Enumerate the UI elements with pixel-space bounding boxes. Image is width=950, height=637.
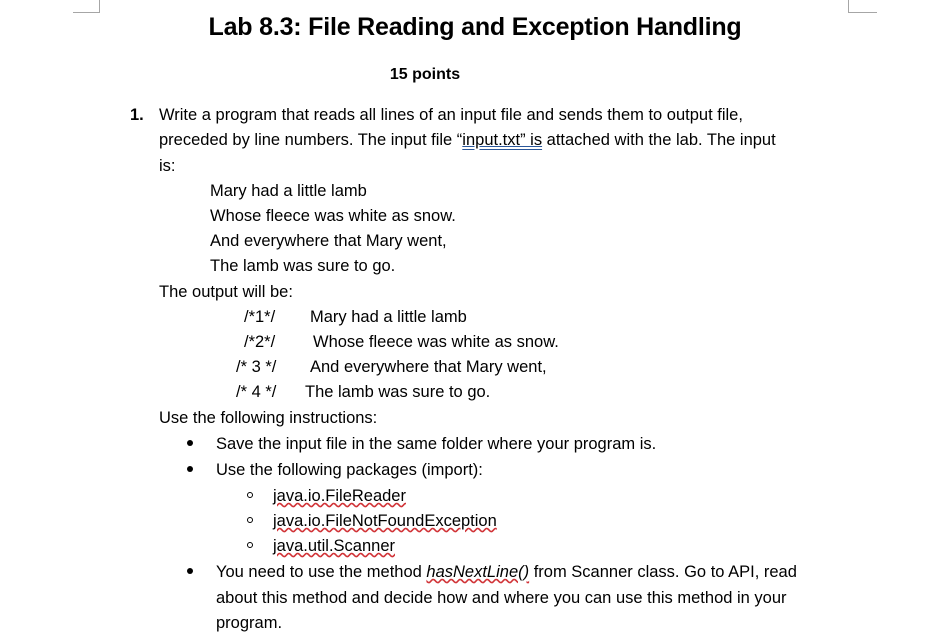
instruction-item-continued: program. <box>216 614 283 632</box>
crop-mark-right <box>848 0 877 13</box>
output-line-text: The lamb was sure to go. <box>305 383 491 401</box>
input-line: And everywhere that Mary went, <box>210 232 447 250</box>
output-line-number: /* 3 */ <box>236 358 277 376</box>
question-line-3: is: <box>159 157 176 175</box>
question-line-2-b: attached with the lab. The input <box>542 131 776 149</box>
question-line-1: Write a program that reads all lines of … <box>159 106 743 124</box>
output-line-text: Mary had a little lamb <box>310 308 467 326</box>
question-number: 1. <box>130 106 144 124</box>
question-line-2: preceded by line numbers. The input file… <box>159 129 776 151</box>
instruction-text-b: from Scanner class. Go to API, read <box>529 563 797 581</box>
package-item: java.io.FileReader <box>273 487 406 505</box>
output-line-number: /*2*/ <box>244 333 276 351</box>
instruction-item-continued: about this method and decide how and whe… <box>216 589 787 607</box>
input-line: Whose fleece was white as snow. <box>210 207 456 225</box>
instruction-item: You need to use the method hasNextLine()… <box>216 561 797 583</box>
sub-bullet-icon <box>247 517 253 523</box>
sub-bullet-icon <box>247 542 253 548</box>
input-line: The lamb was sure to go. <box>210 257 396 275</box>
bullet-icon <box>187 440 193 446</box>
instruction-text-a: You need to use the method <box>216 563 427 581</box>
instructions-label: Use the following instructions: <box>159 409 378 427</box>
input-file-name: input.txt” is <box>462 131 543 149</box>
points-label: 15 points <box>389 66 461 83</box>
document-title: Lab 8.3: File Reading and Exception Hand… <box>208 13 742 41</box>
sub-bullet-icon <box>247 492 253 498</box>
package-item: java.io.FileNotFoundException <box>273 512 497 530</box>
output-line-text: Whose fleece was white as snow. <box>313 333 559 351</box>
package-item: java.util.Scanner <box>273 537 395 555</box>
instruction-item: Save the input file in the same folder w… <box>216 435 657 453</box>
bullet-icon <box>187 466 193 472</box>
input-line: Mary had a little lamb <box>210 182 367 200</box>
instruction-item: Use the following packages (import): <box>216 461 483 479</box>
output-line-number: /*1*/ <box>244 308 276 326</box>
crop-mark-left <box>73 0 100 13</box>
output-label: The output will be: <box>159 283 293 301</box>
method-name: hasNextLine() <box>426 563 530 581</box>
output-line-number: /* 4 */ <box>236 383 277 401</box>
question-line-2-a: preceded by line numbers. The input file… <box>159 131 463 149</box>
bullet-icon <box>187 568 193 574</box>
output-line-text: And everywhere that Mary went, <box>310 358 547 376</box>
